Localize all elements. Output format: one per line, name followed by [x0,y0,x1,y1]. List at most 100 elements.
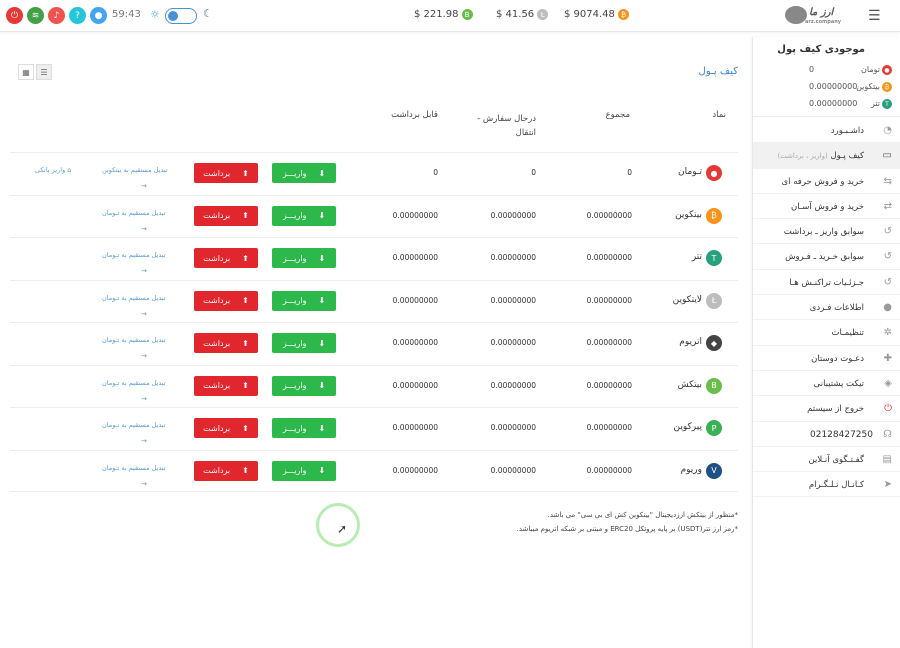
wifi-icon[interactable]: ≋ [27,7,44,24]
withdraw-button[interactable]: برداشت ⬆ [194,290,258,311]
deposit-button[interactable]: واریـــز ⬇ [272,248,336,268]
arrow-icon[interactable]: → [141,182,147,190]
withdraw-label: برداشت [203,381,231,390]
sidebar-item-settings[interactable]: ✲ تنظیمـات [753,320,900,346]
convert-link[interactable]: تبدیل مستقیم به تـومان [102,336,166,344]
arrow-icon[interactable]: → [141,437,147,445]
coin-icon: ₿ [882,82,892,92]
deposit-button[interactable]: واریـــز ⬇ [272,460,336,481]
sidebar-item-pro-trade[interactable]: ⇆ خرید و فروش حرفه ای [753,169,900,194]
arrow-icon[interactable]: → [141,225,147,233]
user-icon[interactable]: ● [90,7,107,24]
withdraw-label: برداشت [203,296,231,305]
withdraw-button[interactable]: برداشت ⬆ [194,163,258,183]
deposit-button[interactable]: واریـــز ⬇ [272,375,336,396]
withdraw-button[interactable]: برداشت ⬆ [194,418,258,438]
sidebar-item-invite[interactable]: ✚ دعـوت دوستان [753,346,900,371]
deposit-button[interactable]: واریـــز ⬇ [272,290,336,311]
arrow-icon[interactable]: → [141,395,147,403]
download-icon: ⬇ [318,466,326,475]
wallet-balance-title: موجودی کیف پول [777,44,865,55]
table-row: V وریوم 0.00000000 0.00000000 0.00000000 واری… [10,449,738,493]
withdraw-label: برداشت [203,423,231,433]
convert-link[interactable]: تبدیل مستقیم به تـومان [102,209,166,217]
sidebar-item-easy-trade[interactable]: ⇄ خرید و فروش آسـان [753,194,900,220]
list-view-icon[interactable]: ☰ [36,64,52,80]
label-text: خروج از سیستم [807,404,864,415]
deposit-button[interactable]: واریـــز ⬇ [272,205,336,226]
convert-link[interactable]: تبدیل مستقیم به تـومان [102,251,166,259]
withdraw-button[interactable]: برداشت ⬆ [194,248,258,268]
logo[interactable]: ارز ما arz.company [785,4,841,28]
grid-view-icon[interactable]: ▦ [18,64,34,80]
deposit-label: واریـــز [282,168,307,178]
bank-deposit-link[interactable]: واریز بانکی ⌂ [35,166,71,174]
logo-subtext: arz.company [805,19,842,25]
sidebar-item-transactions[interactable]: ↺ جـزئـیات تراکنـش هـا [753,270,900,296]
in-order-value: 0.00000000 [490,465,536,475]
arrow-icon[interactable]: → [141,267,147,275]
theme-toggle[interactable] [165,8,197,24]
deposit-label: واریـــز [282,423,307,433]
moon-icon: ☾ [203,7,213,20]
bitcoin-cash-icon: B [461,9,473,20]
convert-link[interactable]: تبدیل مستقیم به تـومان [102,294,166,302]
withdrawable-value: 0.00000000 [392,253,438,262]
label-text: خرید و فروش آسـان [790,201,864,212]
price-value: $ 41.56 [496,9,535,20]
coin-icon: ● [882,65,892,75]
sidebar-item-ticket[interactable]: ◈ تیکت پشتیبانی [753,371,900,397]
upload-icon: ⬆ [242,168,249,178]
deposit-button[interactable]: واریـــز ⬇ [272,418,336,438]
help-icon[interactable]: ? [69,7,86,24]
sidebar-item-label: تنظیمـات [832,328,864,338]
upload-icon: ⬆ [242,253,249,263]
sidebar-item-label: سوابق واریز ـ برداشت [784,227,864,237]
power-icon[interactable]: ⏻ [6,7,23,24]
withdraw-button[interactable]: برداشت ⬆ [194,205,258,226]
withdrawable-value: 0.00000000 [392,465,438,475]
sidebar-item-telegram[interactable]: ➤ کـانـال تـلـگـرام [753,472,900,498]
arrow-icon[interactable]: → [141,310,147,318]
coin-icon: B [706,377,722,394]
sidebar-item-label: اطلاعات فـردی [810,303,864,313]
convert-link[interactable]: تبدیل مستقیم به تـومان [102,464,166,472]
sidebar-item-dashboard[interactable]: ◔ داشـبـورد [753,118,900,144]
download-icon: ⬇ [318,296,326,305]
arrow-icon[interactable]: → [141,480,147,488]
coin-name: بیتکوین [675,209,702,220]
sidebar-item-label: داشـبـورد [831,126,864,136]
convert-link[interactable]: تبدیل مستقیم به تـومان [102,379,166,387]
coin-icon: ● [706,165,722,181]
sidebar-item-profile[interactable]: ● اطلاعات فـردی [753,295,900,321]
arrow-icon[interactable]: → [141,352,147,360]
sidebar-item-trade-history[interactable]: ↺ سوابق خـرید ـ فـروش [753,244,900,270]
convert-link[interactable]: تبدیل مستقیم به بیتکوین [102,166,168,174]
balance-value: 0.00000000 [809,99,858,108]
sidebar-item-wallet[interactable]: ▭ کیف پـول (واریز ، برداشت) [753,143,900,169]
withdraw-button[interactable]: برداشت ⬆ [194,375,258,396]
hamburger-menu-icon[interactable]: ☰ [868,8,881,24]
total-value: 0.00000000 [586,210,632,220]
sidebar-item-label: کـانـال تـلـگـرام [809,480,864,490]
coin-name: پیرکوین [673,422,702,432]
session-timer: 59:43 [112,9,141,20]
convert-link[interactable]: تبدیل مستقیم به تـومان [102,421,166,429]
price-litecoin: $ 41.56 Ł [496,9,549,20]
sidebar-item-chat[interactable]: ▤ گفـتـگوی آنـلاین [753,447,900,473]
deposit-button[interactable]: واریـــز ⬇ [272,163,336,183]
sidebar-item-label: خروج از سیستم [807,404,864,414]
bell-icon[interactable]: ♪ [48,7,65,24]
download-icon: ⬇ [318,338,326,348]
withdraw-button[interactable]: برداشت ⬆ [194,333,258,353]
sidebar-item-deposit-history[interactable]: ↺ سوابق واریز ـ برداشت [753,219,900,245]
total-value: 0.00000000 [586,380,632,390]
balance-value: 0.00000000 [809,82,858,91]
header-withdrawable: قابل برداشت [391,110,438,120]
sidebar-item-logout[interactable]: ⏻ خروج از سیستم [753,396,900,422]
deposit-button[interactable]: واریـــز ⬇ [272,333,336,353]
withdraw-button[interactable]: برداشت ⬆ [194,460,258,481]
in-order-value: 0.00000000 [490,380,536,390]
sidebar-item-label: کیف پـول (واریز ، برداشت) [777,151,864,161]
sidebar-item-phone[interactable]: ☊ 02128427250 [753,422,900,447]
